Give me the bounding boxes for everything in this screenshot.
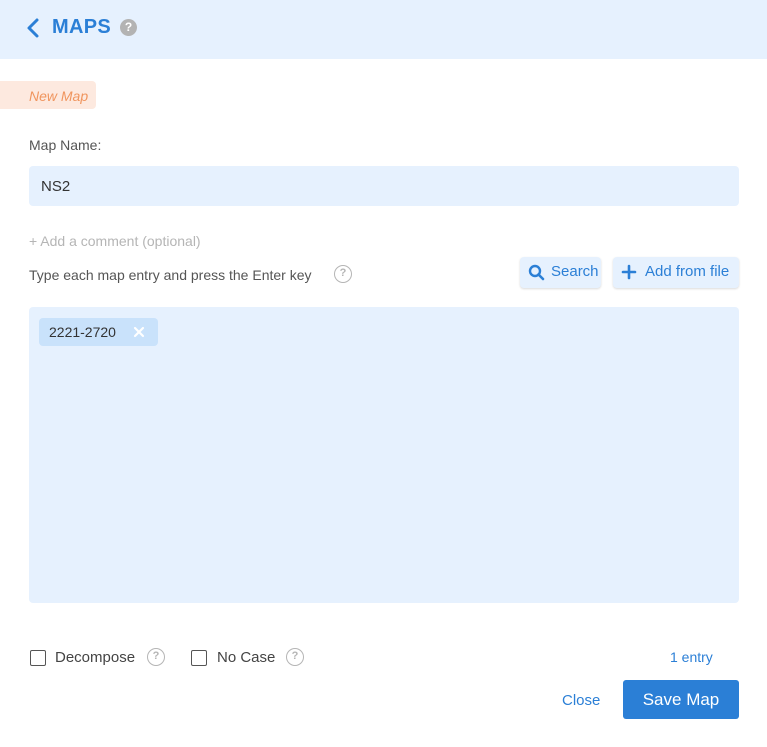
add-from-file-label: Add from file <box>645 263 730 280</box>
no-case-label: No Case <box>217 649 276 666</box>
entry-chip-label: 2221-2720 <box>49 324 116 340</box>
plus-icon <box>621 264 637 284</box>
add-comment-link[interactable]: + Add a comment (optional) <box>29 233 201 249</box>
search-icon <box>528 264 545 285</box>
close-button[interactable]: Close <box>562 692 600 709</box>
entry-chip: 2221-2720 <box>39 318 158 346</box>
map-name-input[interactable] <box>29 166 739 206</box>
map-name-label: Map Name: <box>29 137 102 153</box>
entry-count: 1 entry <box>670 649 713 665</box>
search-button-label: Search <box>551 263 599 280</box>
page-title: MAPS <box>52 16 111 38</box>
remove-entry-icon[interactable] <box>132 325 146 339</box>
add-from-file-button[interactable]: Add from file <box>613 257 739 288</box>
map-entries-area[interactable]: 2221-2720 <box>29 307 739 603</box>
entry-instruction: Type each map entry and press the Enter … <box>29 267 312 283</box>
search-button[interactable]: Search <box>520 257 601 288</box>
back-chevron-icon[interactable] <box>24 17 44 39</box>
no-case-help-icon[interactable]: ? <box>286 648 304 666</box>
decompose-help-icon[interactable]: ? <box>147 648 165 666</box>
maps-page: MAPS ? New Map Map Name: + Add a comment… <box>0 0 767 747</box>
help-icon[interactable]: ? <box>120 19 137 36</box>
new-map-badge: New Map <box>0 81 96 109</box>
no-case-checkbox[interactable] <box>191 650 207 666</box>
badge-label: New Map <box>29 88 89 104</box>
header-bar: MAPS ? <box>0 0 767 59</box>
entry-help-icon[interactable]: ? <box>334 265 352 283</box>
decompose-label: Decompose <box>55 649 136 666</box>
decompose-checkbox[interactable] <box>30 650 46 666</box>
save-map-button[interactable]: Save Map <box>623 680 739 719</box>
